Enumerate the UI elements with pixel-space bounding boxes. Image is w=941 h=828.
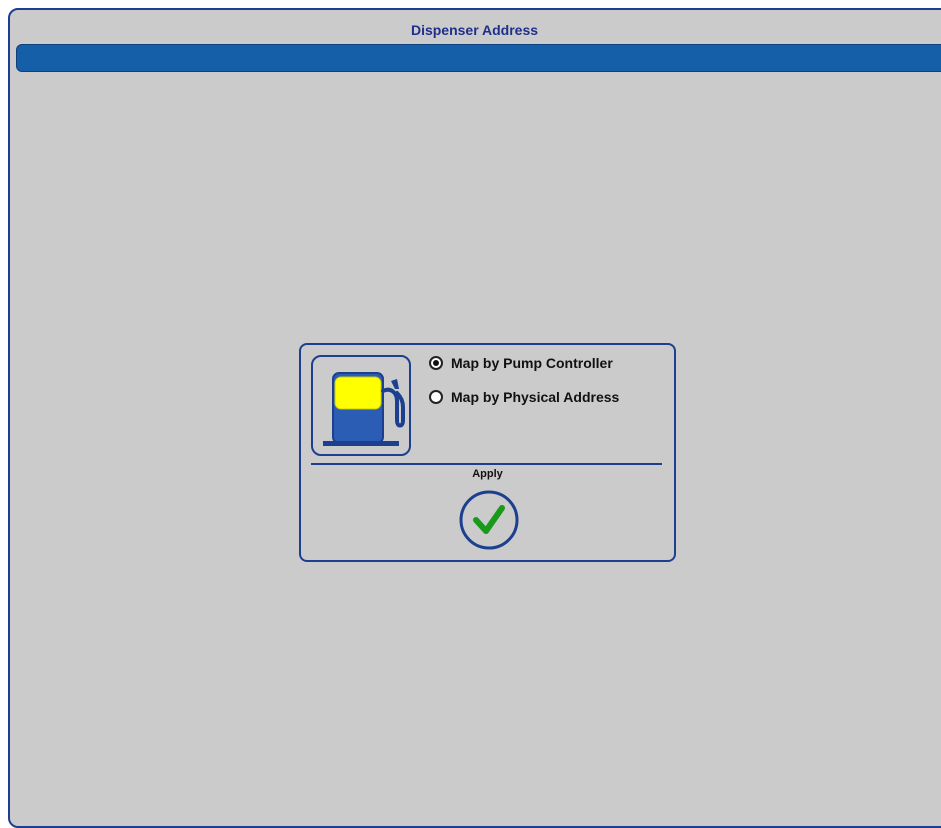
panel-divider [311, 463, 662, 465]
checkmark-icon [459, 490, 519, 550]
window-title: Dispenser Address [410, 22, 539, 38]
apply-button[interactable] [459, 490, 519, 550]
option-map-by-pump-controller[interactable]: Map by Pump Controller [429, 355, 613, 371]
mapping-options-panel: Map by Pump Controller Map by Physical A… [299, 343, 676, 562]
title-bar [16, 44, 941, 72]
radio-button-unselected[interactable] [429, 390, 443, 404]
option-map-by-physical-address[interactable]: Map by Physical Address [429, 389, 619, 405]
option-label: Map by Physical Address [451, 389, 620, 405]
dispenser-address-window: Dispenser Address Map by Pump Controller [8, 8, 941, 828]
radio-button-selected[interactable] [429, 356, 443, 370]
fuel-pump-icon [311, 355, 411, 456]
apply-label: Apply [472, 468, 503, 480]
option-label: Map by Pump Controller [451, 355, 613, 371]
